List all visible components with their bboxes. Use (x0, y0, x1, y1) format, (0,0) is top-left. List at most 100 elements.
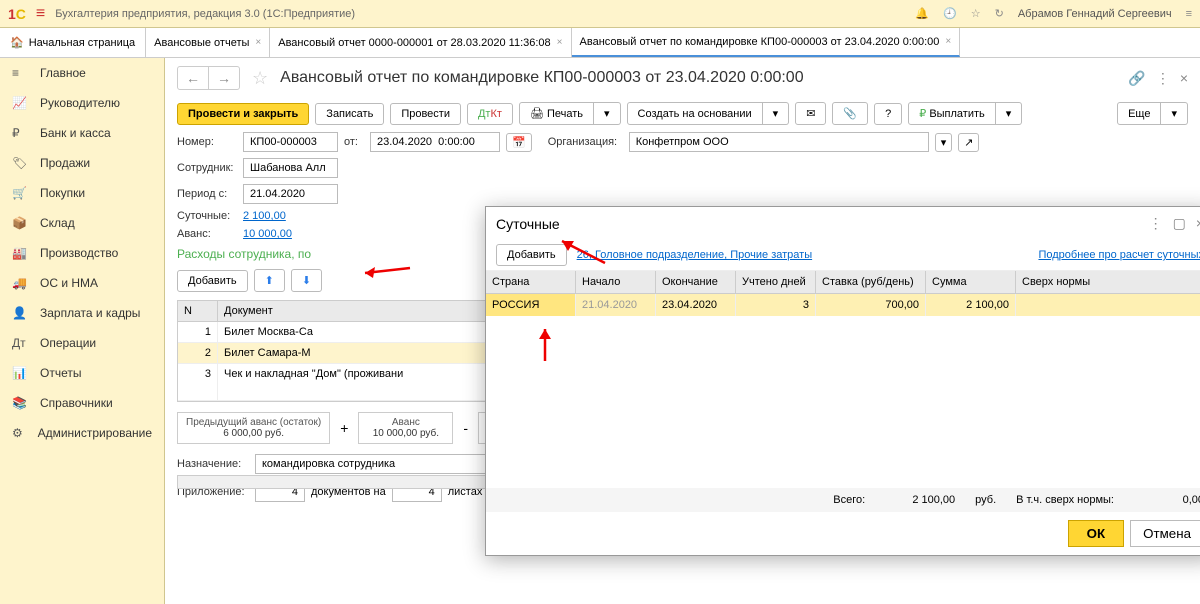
sidebar-icon: 📊 (12, 366, 30, 380)
print-button[interactable]: 🖨 Печать (519, 102, 594, 125)
sidebar-item-1[interactable]: 📈Руководителю (0, 88, 164, 118)
advance-link[interactable]: 10 000,00 (243, 228, 292, 240)
sidebar-icon: Дт (12, 336, 30, 350)
sidebar-icon: 🏭 (12, 246, 30, 260)
link-icon[interactable]: 🔗 (1128, 70, 1145, 87)
bell-icon[interactable]: 🔔 (915, 7, 929, 20)
attach-button[interactable]: 📎 (832, 102, 868, 125)
modal-row[interactable]: РОССИЯ 21.04.2020 23.04.2020 3 700,00 2 … (486, 294, 1200, 316)
close-icon[interactable]: × (255, 37, 261, 48)
mail-button[interactable]: ✉ (795, 102, 826, 125)
kebab-icon[interactable]: ⋮ (1156, 70, 1170, 87)
operator: - (457, 420, 474, 436)
close-doc-icon[interactable]: × (1180, 70, 1188, 87)
sidebar-item-2[interactable]: ₽Банк и касса (0, 118, 164, 148)
create-based-on-button[interactable]: Создать на основании (627, 102, 763, 125)
pay-dropdown[interactable]: ▾ (996, 102, 1023, 125)
sidebar-icon: ⚙ (12, 426, 28, 440)
modal-kebab-icon[interactable]: ⋮ (1149, 215, 1163, 232)
sidebar-item-11[interactable]: 📚Справочники (0, 388, 164, 418)
mcol-days[interactable]: Учтено дней (736, 271, 816, 293)
tab-advance-reports[interactable]: Авансовые отчеты × (146, 28, 270, 57)
sidebar-item-9[interactable]: ДтОперации (0, 328, 164, 358)
save-button[interactable]: Записать (315, 103, 384, 125)
cell-country[interactable]: РОССИЯ (486, 294, 576, 316)
post-and-close-button[interactable]: Провести и закрыть (177, 103, 309, 125)
number-input[interactable] (243, 132, 338, 152)
forward-icon[interactable]: → (208, 67, 239, 89)
cancel-button[interactable]: Отмена (1130, 520, 1200, 547)
dt-kt-button[interactable]: ДтКт (467, 103, 513, 125)
back-icon[interactable]: ← (178, 67, 208, 89)
col-n[interactable]: N (178, 301, 218, 321)
modal-close-icon[interactable]: × (1196, 215, 1200, 232)
burger-icon[interactable]: ≡ (36, 5, 45, 23)
sidebar-item-7[interactable]: 🚚ОС и НМА (0, 268, 164, 298)
mcol-rate[interactable]: Ставка (руб/день) (816, 271, 926, 293)
tab-home-label: Начальная страница (29, 37, 135, 49)
pay-button[interactable]: ₽ Выплатить (908, 102, 996, 125)
tab-report-3[interactable]: Авансовый отчет по командировке КП00-000… (572, 28, 961, 57)
mcol-over[interactable]: Сверх нормы (1016, 271, 1200, 293)
modal-add-button[interactable]: Добавить (496, 244, 567, 266)
sidebar-item-12[interactable]: ⚙Администрирование (0, 418, 164, 448)
sidebar-icon: 📦 (12, 216, 30, 230)
summary-box: Аванс10 000,00 руб. (358, 412, 453, 444)
nav-back-forward[interactable]: ← → (177, 66, 240, 90)
mcol-sum[interactable]: Сумма (926, 271, 1016, 293)
ok-button[interactable]: ОК (1068, 520, 1125, 547)
sidebar-item-10[interactable]: 📊Отчеты (0, 358, 164, 388)
sidebar-item-5[interactable]: 📦Склад (0, 208, 164, 238)
close-icon[interactable]: × (945, 36, 951, 47)
home-icon: 🏠 (10, 36, 24, 49)
date-input[interactable] (370, 132, 500, 152)
username[interactable]: Абрамов Геннадий Сергеевич (1018, 8, 1172, 20)
cell-start[interactable]: 21.04.2020 (576, 294, 656, 316)
details-link[interactable]: Подробнее про расчет суточных (1038, 249, 1200, 261)
help-button[interactable]: ? (874, 103, 902, 125)
modal-max-icon[interactable]: ▢ (1173, 215, 1186, 232)
tab-home[interactable]: 🏠 Начальная страница (0, 28, 146, 57)
per-diem-link[interactable]: 2 100,00 (243, 210, 286, 222)
more-dropdown[interactable]: ▾ (1161, 102, 1188, 125)
mcol-country[interactable]: Страна (486, 271, 576, 293)
move-up-button[interactable]: ⬆ (254, 269, 285, 292)
post-button[interactable]: Провести (390, 103, 461, 125)
add-row-button[interactable]: Добавить (177, 270, 248, 292)
cell-sum[interactable]: 2 100,00 (926, 294, 1016, 316)
more-button[interactable]: Еще (1117, 102, 1161, 125)
star-icon[interactable]: ☆ (971, 7, 981, 20)
sidebar-item-4[interactable]: 🛒Покупки (0, 178, 164, 208)
create-based-on-dropdown[interactable]: ▾ (763, 102, 790, 125)
mcol-start[interactable]: Начало (576, 271, 656, 293)
mcol-end[interactable]: Окончание (656, 271, 736, 293)
tab-report-1[interactable]: Авансовый отчет 0000-000001 от 28.03.202… (270, 28, 571, 57)
history-icon[interactable]: 🕘 (943, 7, 957, 20)
move-down-button[interactable]: ⬇ (291, 269, 322, 292)
operator: + (334, 420, 354, 436)
org-input[interactable] (629, 132, 929, 152)
app-title: Бухгалтерия предприятия, редакция 3.0 (1… (55, 8, 355, 20)
sync-icon[interactable]: ↻ (995, 7, 1004, 20)
cell-rate[interactable]: 700,00 (816, 294, 926, 316)
tab-label: Авансовый отчет 0000-000001 от 28.03.202… (278, 37, 550, 49)
top-menu-icon[interactable]: ≡ (1186, 8, 1192, 20)
sidebar-item-8[interactable]: 👤Зарплата и кадры (0, 298, 164, 328)
org-open[interactable]: ↗ (958, 133, 979, 152)
period-from-input[interactable] (243, 184, 338, 204)
close-icon[interactable]: × (557, 37, 563, 48)
calendar-button[interactable]: 📅 (506, 133, 532, 152)
sidebar-item-0[interactable]: ≡Главное (0, 58, 164, 88)
cell-over[interactable] (1016, 294, 1200, 316)
sidebar-item-3[interactable]: 🏷Продажи (0, 148, 164, 178)
org-dropdown[interactable]: ▾ (935, 133, 953, 152)
sidebar-item-6[interactable]: 🏭Производство (0, 238, 164, 268)
print-dropdown[interactable]: ▾ (594, 102, 621, 125)
dept-link[interactable]: 26, Головное подразделение, Прочие затра… (577, 249, 812, 261)
sidebar-icon: ₽ (12, 126, 30, 140)
org-label: Организация: (548, 136, 623, 148)
employee-input[interactable] (243, 158, 338, 178)
cell-end[interactable]: 23.04.2020 (656, 294, 736, 316)
cell-days[interactable]: 3 (736, 294, 816, 316)
favorite-icon[interactable]: ☆ (252, 68, 268, 89)
